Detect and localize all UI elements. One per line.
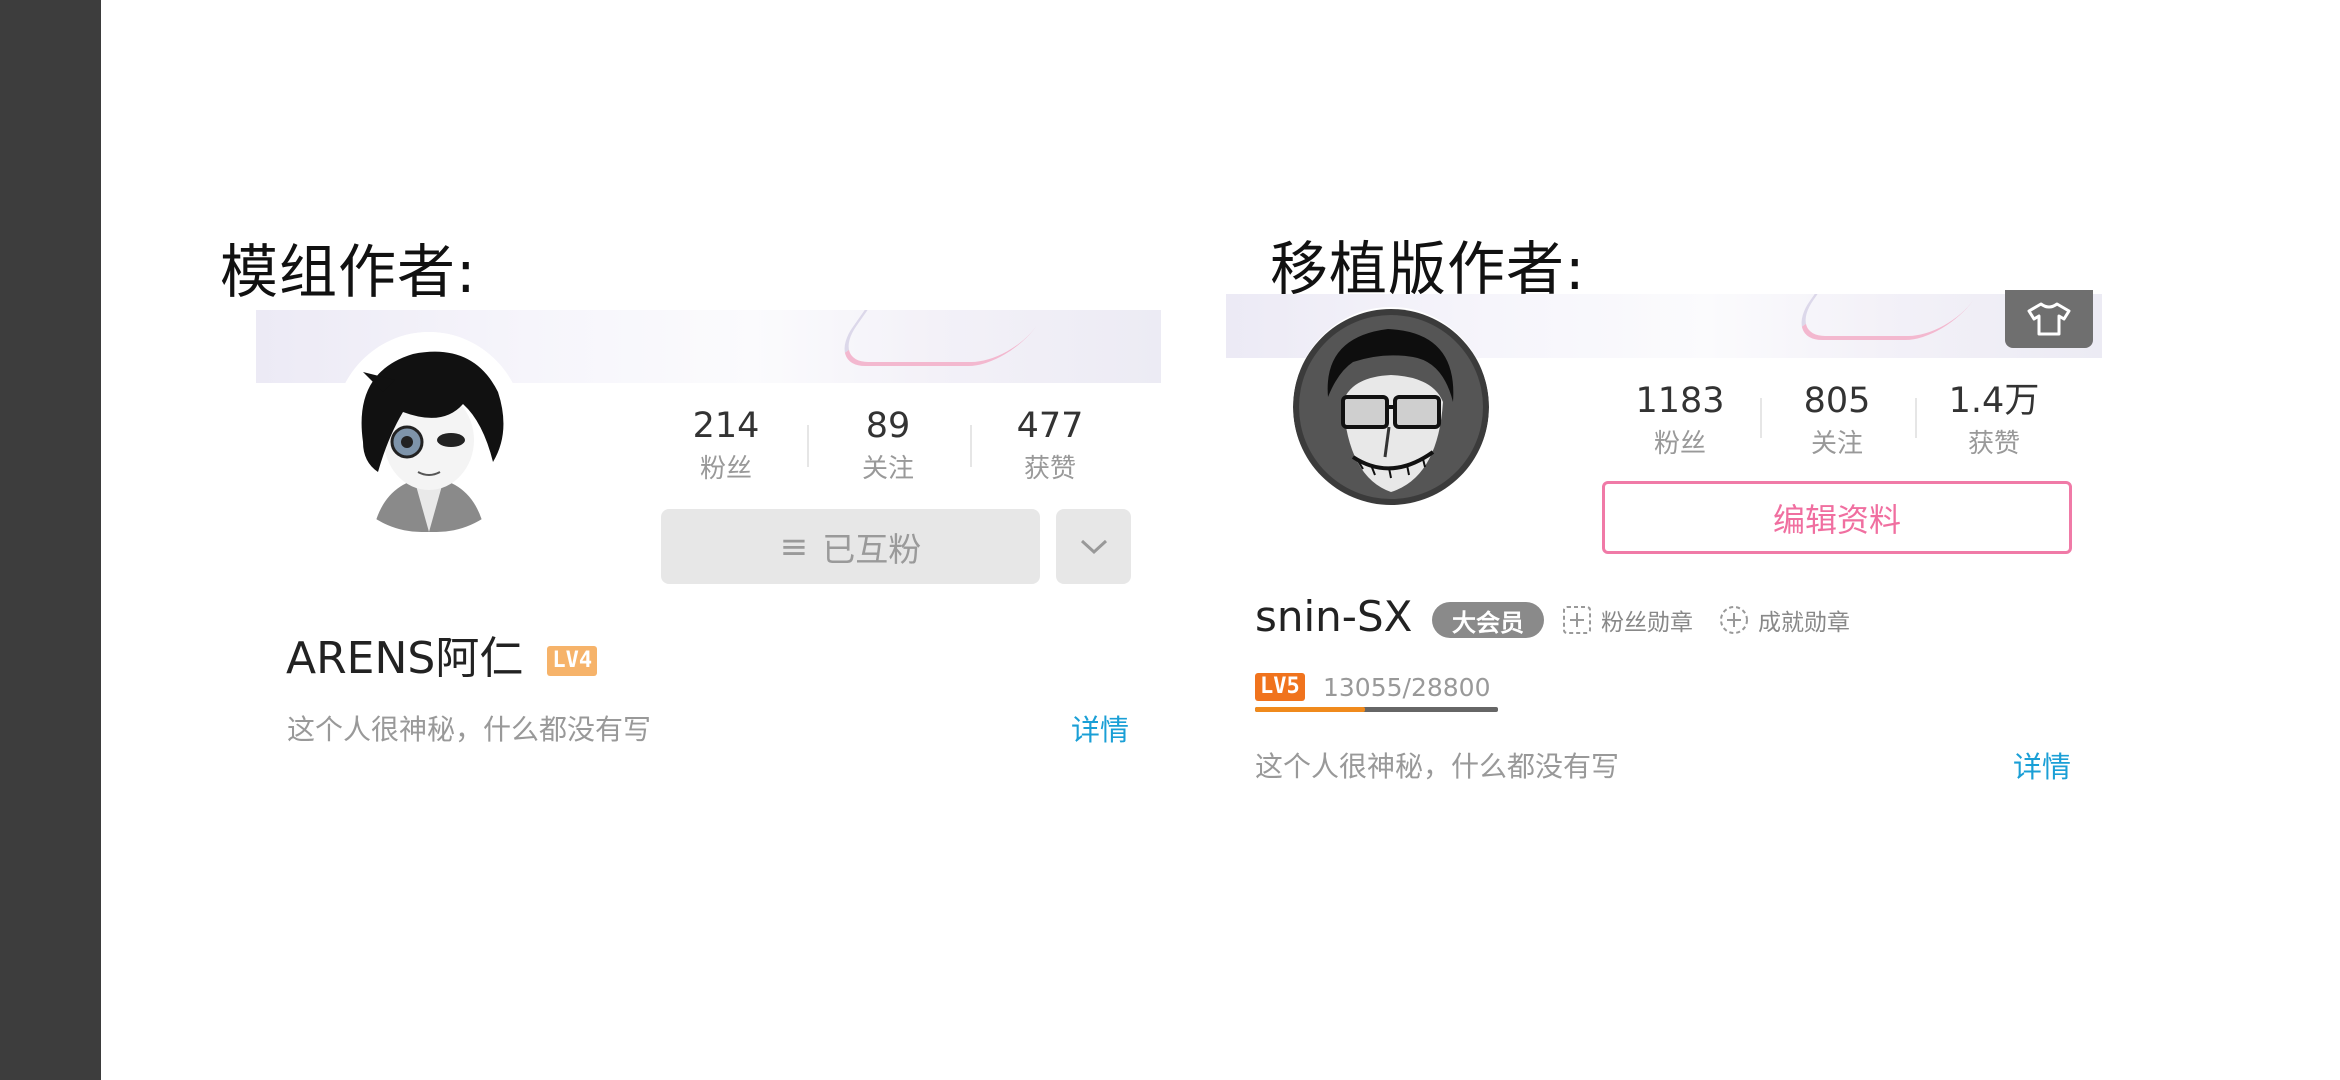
stat-likes-count: 1.4万 — [1948, 381, 2040, 421]
stat-following-label: 关注 — [861, 454, 914, 484]
avatar[interactable] — [1293, 307, 1489, 507]
achievement-medal[interactable]: 成就勋章 — [1718, 603, 1850, 637]
left-sidebar-strip — [0, 0, 101, 1080]
stat-following[interactable]: 805 关注 — [1777, 381, 1897, 459]
stat-following-count: 89 — [865, 406, 911, 446]
mutual-follow-button[interactable]: ≡ 已互粉 — [661, 509, 1040, 584]
detail-link[interactable]: 详情 — [2013, 744, 2071, 786]
level-badge: LV4 — [547, 646, 598, 676]
avatar-image-icon — [333, 332, 525, 532]
stat-followers-label: 粉丝 — [699, 454, 752, 484]
achievement-medal-icon — [1720, 606, 1748, 634]
fan-medal-label: 粉丝勋章 — [1601, 610, 1693, 636]
avatar-image-icon — [1293, 309, 1489, 505]
edit-profile-button[interactable]: 编辑资料 — [1602, 481, 2072, 554]
exp-progress-bar — [1255, 707, 1498, 712]
stat-likes-label: 获赞 — [1967, 429, 2020, 459]
stat-followers-count: 214 — [692, 406, 760, 446]
stat-followers[interactable]: 1183 粉丝 — [1620, 381, 1740, 459]
bio-text: 这个人很神秘，什么都没有写 — [1255, 750, 1620, 783]
chevron-down-icon — [1080, 539, 1107, 554]
stat-divider — [970, 425, 972, 467]
stat-followers-label: 粉丝 — [1653, 429, 1706, 459]
username: ARENS阿仁 LV4 — [286, 622, 598, 686]
more-options-button[interactable] — [1056, 509, 1131, 584]
avatar[interactable] — [333, 332, 525, 532]
fan-medal-icon — [1563, 606, 1591, 634]
username-text: ARENS阿仁 — [286, 633, 524, 684]
stat-following-count: 805 — [1803, 381, 1871, 421]
exp-text: 13055/28800 — [1323, 673, 1491, 702]
stat-likes-count: 477 — [1016, 406, 1084, 446]
exp-progress-fill — [1255, 707, 1366, 712]
vip-badge[interactable]: 大会员 — [1432, 602, 1544, 638]
bio-text: 这个人很神秘，什么都没有写 — [287, 713, 652, 746]
stat-following-label: 关注 — [1810, 429, 1863, 459]
level-badge: LV5 — [1255, 673, 1305, 701]
stat-likes[interactable]: 477 获赞 — [990, 406, 1110, 484]
stat-likes-label: 获赞 — [1023, 454, 1076, 484]
mutual-follow-label: 已互粉 — [822, 529, 922, 569]
stat-divider — [807, 425, 809, 467]
username: snin-SX — [1255, 592, 1413, 641]
mod-author-label: 模组作者: — [220, 238, 477, 306]
stat-followers-count: 1183 — [1635, 381, 1725, 421]
stat-following[interactable]: 89 关注 — [828, 406, 948, 484]
stat-likes[interactable]: 1.4万 获赞 — [1934, 381, 2054, 459]
stat-divider — [1760, 398, 1762, 438]
stat-followers[interactable]: 214 粉丝 — [666, 406, 786, 484]
achievement-medal-label: 成就勋章 — [1758, 610, 1850, 636]
fan-medal[interactable]: 粉丝勋章 — [1561, 603, 1693, 637]
stat-divider — [1915, 398, 1917, 438]
shirt-icon — [2027, 302, 2071, 336]
dress-up-button[interactable] — [2005, 290, 2093, 348]
menu-icon: ≡ — [779, 526, 809, 567]
detail-link[interactable]: 详情 — [1071, 707, 1129, 749]
